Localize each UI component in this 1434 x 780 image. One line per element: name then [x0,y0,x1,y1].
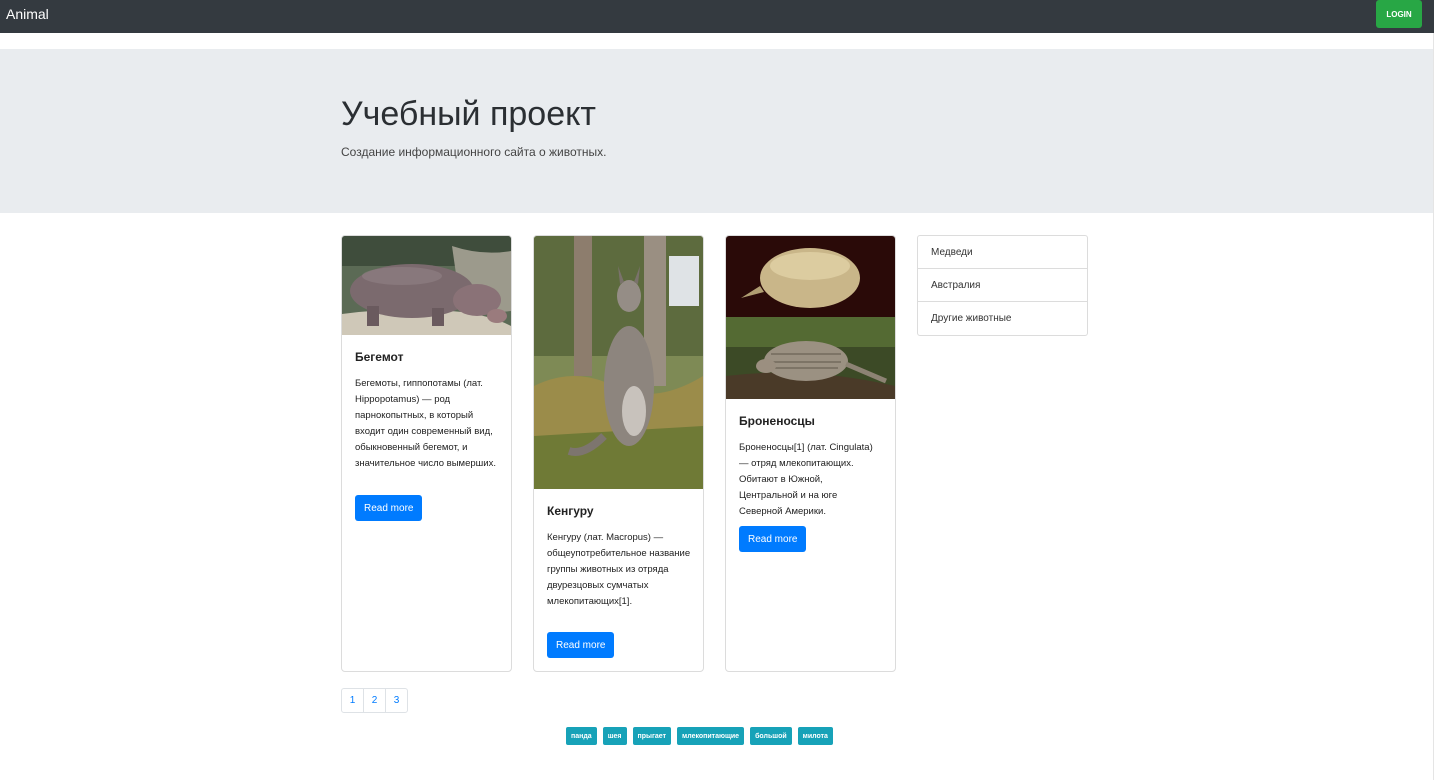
jumbotron: Учебный проект Создание информационного … [0,49,1434,213]
card-text: Кенгуру (лат. Macropus) — общеупотребите… [547,532,691,607]
brand-logo[interactable]: Animal [6,6,49,22]
read-more-button[interactable]: Read more [355,495,423,521]
page-2-link[interactable]: 2 [363,688,386,713]
animal-card-kangaroo: Кенгуру Кенгуру (лат. Macropus) — общеуп… [533,235,704,672]
kangaroo-image [534,236,703,489]
read-more-button[interactable]: Read more [739,526,807,552]
pagination: 1 2 3 [341,688,408,713]
card-title: Броненосцы [739,414,815,428]
tag-list: панда шея прыгает млекопитающие большой … [566,727,833,745]
category-list: Медведи Австралия Другие животные [917,235,1088,336]
hippo-image [342,236,511,335]
card-text: Броненосцы[1] (лат. Cingulata) — отряд м… [739,442,873,517]
card-title: Бегемот [355,350,404,364]
card-title: Кенгуру [547,504,594,518]
card-text: Бегемоты, гиппопотамы (лат. Hippopotamus… [355,378,496,469]
tag-badge[interactable]: милота [797,727,833,745]
category-bears[interactable]: Медведи [918,236,1087,269]
armadillo-image [726,236,895,399]
category-australia[interactable]: Австралия [918,269,1087,302]
page-1-link[interactable]: 1 [341,688,364,713]
animal-card-hippo: Бегемот Бегемоты, гиппопотамы (лат. Hipp… [341,235,512,672]
read-more-button[interactable]: Read more [547,632,615,658]
tag-badge[interactable]: панда [566,727,597,745]
login-button[interactable]: LOGIN [1376,0,1422,28]
category-other-animals[interactable]: Другие животные [918,302,1087,335]
animal-card-armadillo: Броненосцы Броненосцы[1] (лат. Cingulata… [725,235,896,672]
page-title: Учебный проект [341,95,596,133]
page-subtitle: Создание информационного сайта о животны… [341,145,607,159]
tag-badge[interactable]: млекопитающие [677,727,745,745]
tag-badge[interactable]: шея [602,727,627,745]
tag-badge[interactable]: большой [750,727,792,745]
tag-badge[interactable]: прыгает [632,727,672,745]
page-3-link[interactable]: 3 [385,688,408,713]
navbar: Animal LOGIN [0,0,1434,33]
